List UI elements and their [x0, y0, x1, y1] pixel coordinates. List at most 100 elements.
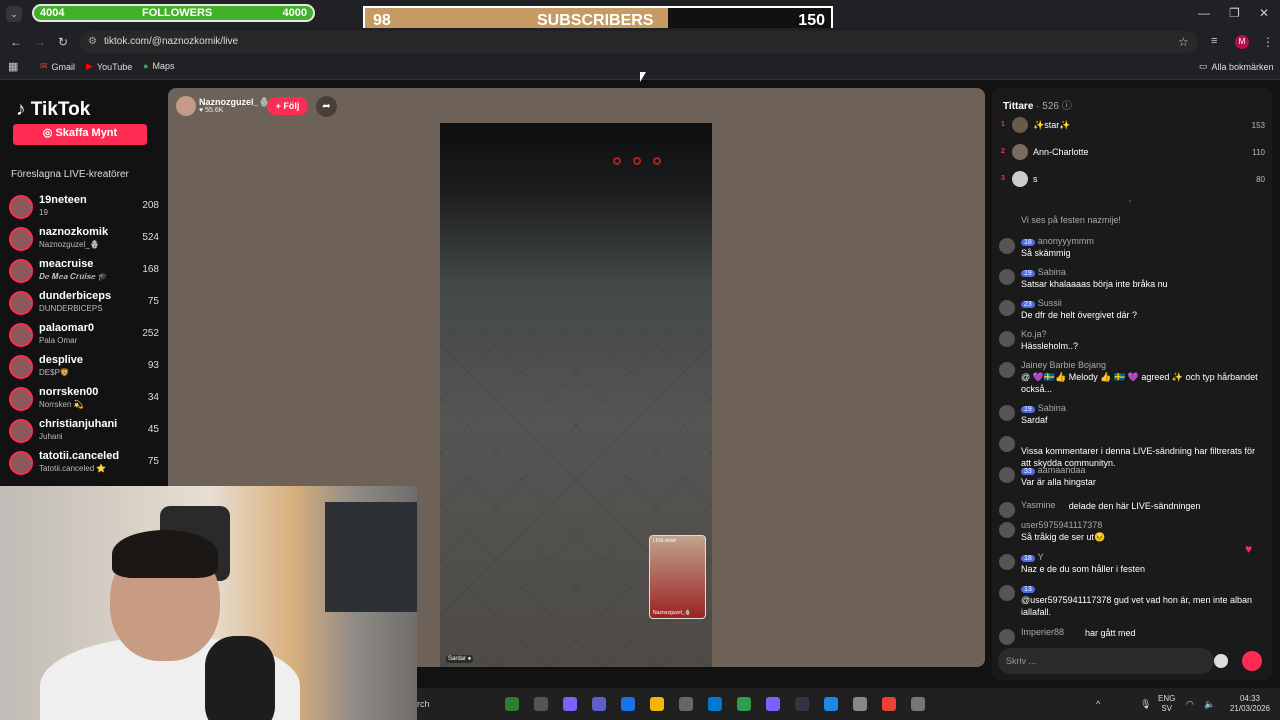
app4-icon[interactable]	[853, 697, 867, 711]
chat-message[interactable]: 33 aamaandaa Var är alla hingstar	[999, 465, 1265, 495]
back-icon[interactable]: ←	[10, 35, 22, 49]
teams-icon[interactable]	[592, 697, 606, 711]
chat-message[interactable]: Jainey Barbie Bojang @ 💜🇸🇪👍 Melody 👍 🇸🇪 💜…	[999, 360, 1265, 394]
maps-pin-icon: ●	[143, 61, 149, 71]
app2-icon[interactable]	[766, 697, 780, 711]
chat-message[interactable]: Vissa kommentarer i denna LIVE-sändning …	[999, 434, 1265, 468]
edge-icon[interactable]	[621, 697, 635, 711]
follow-button[interactable]: + Följ	[267, 97, 308, 115]
language-indicator[interactable]: ENG SV	[1158, 694, 1175, 714]
widget-icon[interactable]	[505, 697, 519, 711]
forward-icon[interactable]: →	[34, 35, 46, 49]
close-icon[interactable]: ✕	[1259, 6, 1269, 20]
bookmark-youtube[interactable]: ▶ YouTube	[86, 61, 132, 72]
level-badge: 23	[1021, 301, 1035, 308]
chat-message[interactable]: user5975941117378 Så tråkig de ser ut😣	[999, 520, 1265, 550]
creator-item[interactable]: norrsken00 Norrsken 💫 34	[9, 386, 159, 416]
followers-goal-bar: 4004 FOLLOWERS 4000	[32, 4, 315, 22]
creator-name: christianjuhani	[39, 418, 118, 430]
tab-search-button[interactable]: ⌄	[6, 6, 22, 22]
creator-subtitle: Pala Omar	[39, 336, 78, 345]
creator-item[interactable]: dunderbiceps DUNDERBICEPS 75	[9, 290, 159, 320]
creator-item[interactable]: meacruise 𝑫𝒆 𝑴𝒆𝒂 𝑪𝒓𝒖𝒊𝒔𝒆 🎓 168	[9, 258, 159, 288]
viewers-header[interactable]: Tittare · 526 ⓘ	[1003, 97, 1072, 112]
creator-viewer-count: 252	[142, 328, 159, 339]
url-text[interactable]: tiktok.com/@naznozkomik/live	[104, 36, 238, 47]
expand-chevron-icon[interactable]: ⌄	[1127, 196, 1133, 204]
top-viewer-item[interactable]: 2 Ann-Charlotte 110	[1001, 144, 1265, 164]
message-avatar	[999, 502, 1015, 518]
taskbar-search[interactable]: rch	[417, 699, 430, 709]
creator-item[interactable]: 19neteen 19 208	[9, 194, 159, 224]
outlook-icon[interactable]	[708, 697, 722, 711]
message-username: Jainey Barbie Bojang	[1021, 360, 1107, 370]
bookmark-star-icon[interactable]: ☆	[1178, 35, 1189, 49]
media-control-icon[interactable]: ≡	[1211, 35, 1217, 47]
store-icon[interactable]	[679, 697, 693, 711]
explorer-icon[interactable]	[650, 697, 664, 711]
app3-icon[interactable]	[795, 697, 809, 711]
viewers-label: Tittare	[1003, 101, 1034, 112]
photos-icon[interactable]	[824, 697, 838, 711]
help-icon[interactable]: ⓘ	[1062, 101, 1072, 112]
creator-item[interactable]: palaomar0 Pala Omar 252	[9, 322, 159, 352]
tray-chevron-icon[interactable]: ^	[1096, 699, 1100, 709]
tiktok-logo[interactable]: ♪ TikTok	[16, 99, 90, 121]
emoji-icon[interactable]	[1214, 654, 1228, 668]
creator-avatar	[9, 451, 33, 475]
omnibox[interactable]	[80, 31, 1198, 53]
camera-tag: Sardar ●	[446, 655, 474, 663]
creator-subtitle: Juhani	[39, 432, 63, 441]
message-text: delade den här LIVE-sändningen	[1068, 501, 1201, 511]
message-avatar	[999, 238, 1015, 254]
message-username: Yasmine	[1021, 500, 1056, 510]
share-icon[interactable]: ➦	[316, 96, 337, 117]
settings-icon[interactable]	[911, 697, 925, 711]
top-viewer-item[interactable]: 1 ✨star✨ 153	[1001, 117, 1265, 137]
chat-message[interactable]: 19 Sabina Satsar khalaaaas börja inte bråk…	[999, 267, 1265, 297]
wifi-icon[interactable]: ◠	[1186, 699, 1194, 710]
chat-message[interactable]: 18 anonyyymmm Så skämmig	[999, 236, 1265, 266]
all-bookmarks[interactable]: ▭ Alla bokmärken	[1199, 61, 1274, 72]
creator-item[interactable]: tatotii.canceled Tatotii.canceled ⭐ 75	[9, 450, 159, 480]
copilot-icon[interactable]	[563, 697, 577, 711]
chat-message[interactable]: 13 @user5975941117378 gud vet vad hon är,…	[999, 583, 1265, 617]
profile-avatar[interactable]: M	[1235, 35, 1249, 49]
guest-pip-video[interactable]: LIVE-bowl Naznozguzel_🪬	[649, 535, 706, 619]
reload-icon[interactable]: ↻	[58, 35, 68, 49]
maximize-icon[interactable]: ❐	[1229, 6, 1240, 20]
viewer-rank: 2	[1001, 148, 1005, 155]
creator-viewer-count: 75	[147, 456, 159, 467]
gift-heart-icon[interactable]	[1242, 651, 1262, 671]
top-viewer-item[interactable]: 3 s 80	[1001, 171, 1265, 191]
apps-grid-icon[interactable]: ▦	[8, 60, 18, 73]
creator-viewer-count: 34	[147, 392, 159, 403]
volume-icon[interactable]: 🔈	[1204, 699, 1215, 710]
chat-message[interactable]: 18 Y Naz e de du som håller i festen	[999, 552, 1265, 582]
folder-icon: ▭	[1199, 61, 1208, 71]
creator-avatar	[9, 195, 33, 219]
creator-item[interactable]: desplive DE$P🦁 93	[9, 354, 159, 384]
viewer-points: 80	[1256, 175, 1265, 184]
creator-viewer-count: 524	[142, 232, 159, 243]
microphone-tray-icon[interactable]: 🎙	[1140, 699, 1151, 710]
creator-item[interactable]: christianjuhani Juhani 45	[9, 418, 159, 448]
level-badge: 18	[1021, 239, 1035, 246]
message-username: Ko.ja?	[1021, 329, 1047, 339]
app-icon[interactable]	[737, 697, 751, 711]
chat-message[interactable]: 19 Sabina Sardaf	[999, 403, 1265, 433]
chat-message[interactable]: 23 Sussii De dfr de helt övergivet där ?	[999, 298, 1265, 328]
menu-kebab-icon[interactable]: ⋮	[1262, 35, 1274, 49]
bookmark-maps[interactable]: ● Maps	[143, 61, 174, 71]
chat-message[interactable]: Ko.ja? Hässleholm..?	[999, 329, 1265, 359]
host-avatar[interactable]	[176, 96, 196, 116]
bookmark-gmail[interactable]: ✉ Gmail	[40, 61, 75, 72]
clock[interactable]: 04:33 21/03/2026	[1226, 694, 1274, 714]
chat-input[interactable]: Skriv ...	[998, 648, 1214, 674]
site-info-icon[interactable]: ⚙	[88, 36, 97, 47]
get-coins-button[interactable]: ◎ Skaffa Mynt	[13, 124, 147, 145]
taskview-icon[interactable]	[534, 697, 548, 711]
chrome-icon[interactable]	[882, 697, 896, 711]
minimize-icon[interactable]: —	[1198, 6, 1210, 20]
creator-item[interactable]: naznozkomik Naznozguzel_🪬 524	[9, 226, 159, 256]
